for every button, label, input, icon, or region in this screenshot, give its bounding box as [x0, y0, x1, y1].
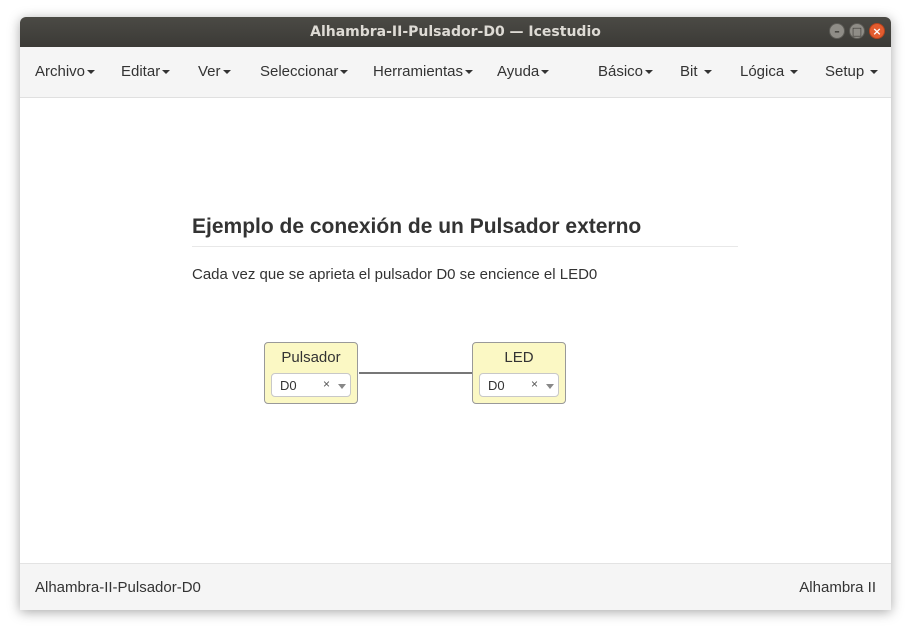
minimize-icon[interactable]: – [829, 23, 845, 39]
menu-ayuda[interactable]: Ayuda [497, 47, 550, 97]
dropdown-arrow-icon[interactable] [338, 384, 346, 389]
caret-down-icon [162, 70, 171, 75]
dropdown-arrow-icon[interactable] [546, 384, 554, 389]
menu-label: Seleccionar [260, 63, 339, 80]
menu-ver[interactable]: Ver [198, 47, 231, 97]
window-title: Alhambra-II-Pulsador-D0 — Icestudio [310, 24, 601, 40]
caret-down-icon [222, 70, 231, 75]
clear-icon[interactable]: × [323, 377, 330, 391]
caret-down-icon [340, 70, 349, 75]
info-description: Cada vez que se aprieta el pulsador D0 s… [192, 266, 598, 283]
menu-label: Ver [198, 63, 221, 80]
menu-editar[interactable]: Editar [121, 47, 171, 97]
design-canvas[interactable]: Ejemplo de conexión de un Pulsador exter… [20, 98, 891, 563]
menu-label: Archivo [35, 63, 86, 80]
pin-select[interactable]: D0 × [271, 373, 351, 397]
block-label: LED [504, 349, 534, 366]
pin-value: D0 [280, 378, 297, 393]
clear-icon[interactable]: × [531, 377, 538, 391]
caret-down-icon [645, 70, 654, 75]
menu-basico[interactable]: Básico [598, 47, 654, 97]
caret-down-icon [87, 70, 96, 75]
window-controls: – □ × [829, 23, 885, 39]
menu-herramientas[interactable]: Herramientas [373, 47, 474, 97]
menu-label: Setup [825, 63, 865, 80]
menu-label: Básico [598, 63, 644, 80]
menu-label: Herramientas [373, 63, 464, 80]
menu-logica[interactable]: Lógica [740, 47, 799, 97]
wire[interactable] [359, 372, 472, 374]
menu-bar: Archivo Editar Ver Seleccionar Herramien… [20, 47, 891, 98]
menu-setup[interactable]: Setup [825, 47, 879, 97]
caret-down-icon [790, 70, 799, 75]
project-name: Alhambra-II-Pulsador-D0 [35, 579, 201, 596]
info-title: Ejemplo de conexión de un Pulsador exter… [192, 215, 738, 247]
menu-bit[interactable]: Bit [680, 47, 712, 97]
maximize-icon[interactable]: □ [849, 23, 865, 39]
caret-down-icon [870, 70, 879, 75]
caret-down-icon [465, 70, 474, 75]
menu-label: Editar [121, 63, 161, 80]
app-window: Alhambra-II-Pulsador-D0 — Icestudio – □ … [20, 17, 891, 610]
pin-select[interactable]: D0 × [479, 373, 559, 397]
menu-label: Ayuda [497, 63, 540, 80]
menu-archivo[interactable]: Archivo [35, 47, 96, 97]
board-name[interactable]: Alhambra II [799, 579, 876, 596]
menu-label: Lógica [740, 63, 785, 80]
title-bar: Alhambra-II-Pulsador-D0 — Icestudio – □ … [20, 17, 891, 47]
caret-down-icon [703, 70, 712, 75]
block-label: Pulsador [281, 349, 341, 366]
close-icon[interactable]: × [869, 23, 885, 39]
pin-value: D0 [488, 378, 505, 393]
menu-label: Bit [680, 63, 698, 80]
caret-down-icon [541, 70, 550, 75]
input-block-pulsador[interactable]: Pulsador D0 × [264, 342, 358, 404]
status-bar: Alhambra-II-Pulsador-D0 Alhambra II [20, 563, 891, 610]
menu-seleccionar[interactable]: Seleccionar [260, 47, 349, 97]
output-block-led[interactable]: LED D0 × [472, 342, 566, 404]
